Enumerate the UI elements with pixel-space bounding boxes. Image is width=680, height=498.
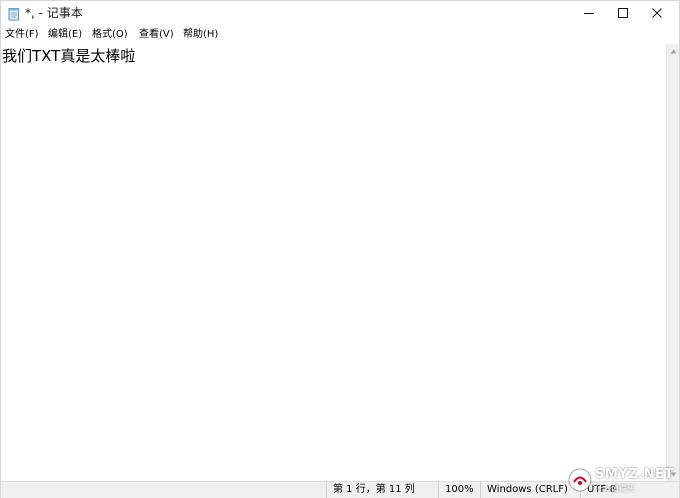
status-line-ending: Windows (CRLF): [480, 482, 580, 498]
close-button[interactable]: [635, 1, 679, 25]
notepad-window: *, - 记事本 文件(F) 编辑(E) 格式(O) 查看(V) 帮助(H) 我…: [0, 0, 680, 498]
text-editor[interactable]: 我们TXT真是太棒啦: [1, 44, 666, 481]
editor-content[interactable]: 我们TXT真是太棒啦: [2, 46, 135, 66]
status-encoding: UTF-8: [580, 482, 679, 498]
menu-help[interactable]: 帮助(H): [183, 28, 218, 41]
menu-view[interactable]: 查看(V): [139, 28, 174, 41]
window-title: *, - 记事本: [25, 6, 83, 20]
maximize-icon: [618, 8, 628, 18]
status-zoom: 100%: [438, 482, 480, 498]
title-bar[interactable]: *, - 记事本: [1, 1, 679, 25]
menu-bar: 文件(F) 编辑(E) 格式(O) 查看(V) 帮助(H): [1, 25, 679, 44]
menu-format[interactable]: 格式(O): [92, 28, 128, 41]
scroll-down-arrow-icon[interactable]: [667, 468, 679, 480]
notepad-icon: [7, 6, 21, 21]
menu-file[interactable]: 文件(F): [5, 28, 39, 41]
menu-edit[interactable]: 编辑(E): [48, 28, 82, 41]
scroll-up-arrow-icon[interactable]: [667, 45, 679, 57]
status-bar: 第 1 行，第 11 列 100% Windows (CRLF) UTF-8: [1, 481, 679, 498]
minimize-icon: [584, 8, 594, 18]
status-cursor-position: 第 1 行，第 11 列: [326, 482, 438, 498]
close-icon: [652, 8, 662, 18]
vertical-scrollbar[interactable]: [666, 44, 679, 481]
